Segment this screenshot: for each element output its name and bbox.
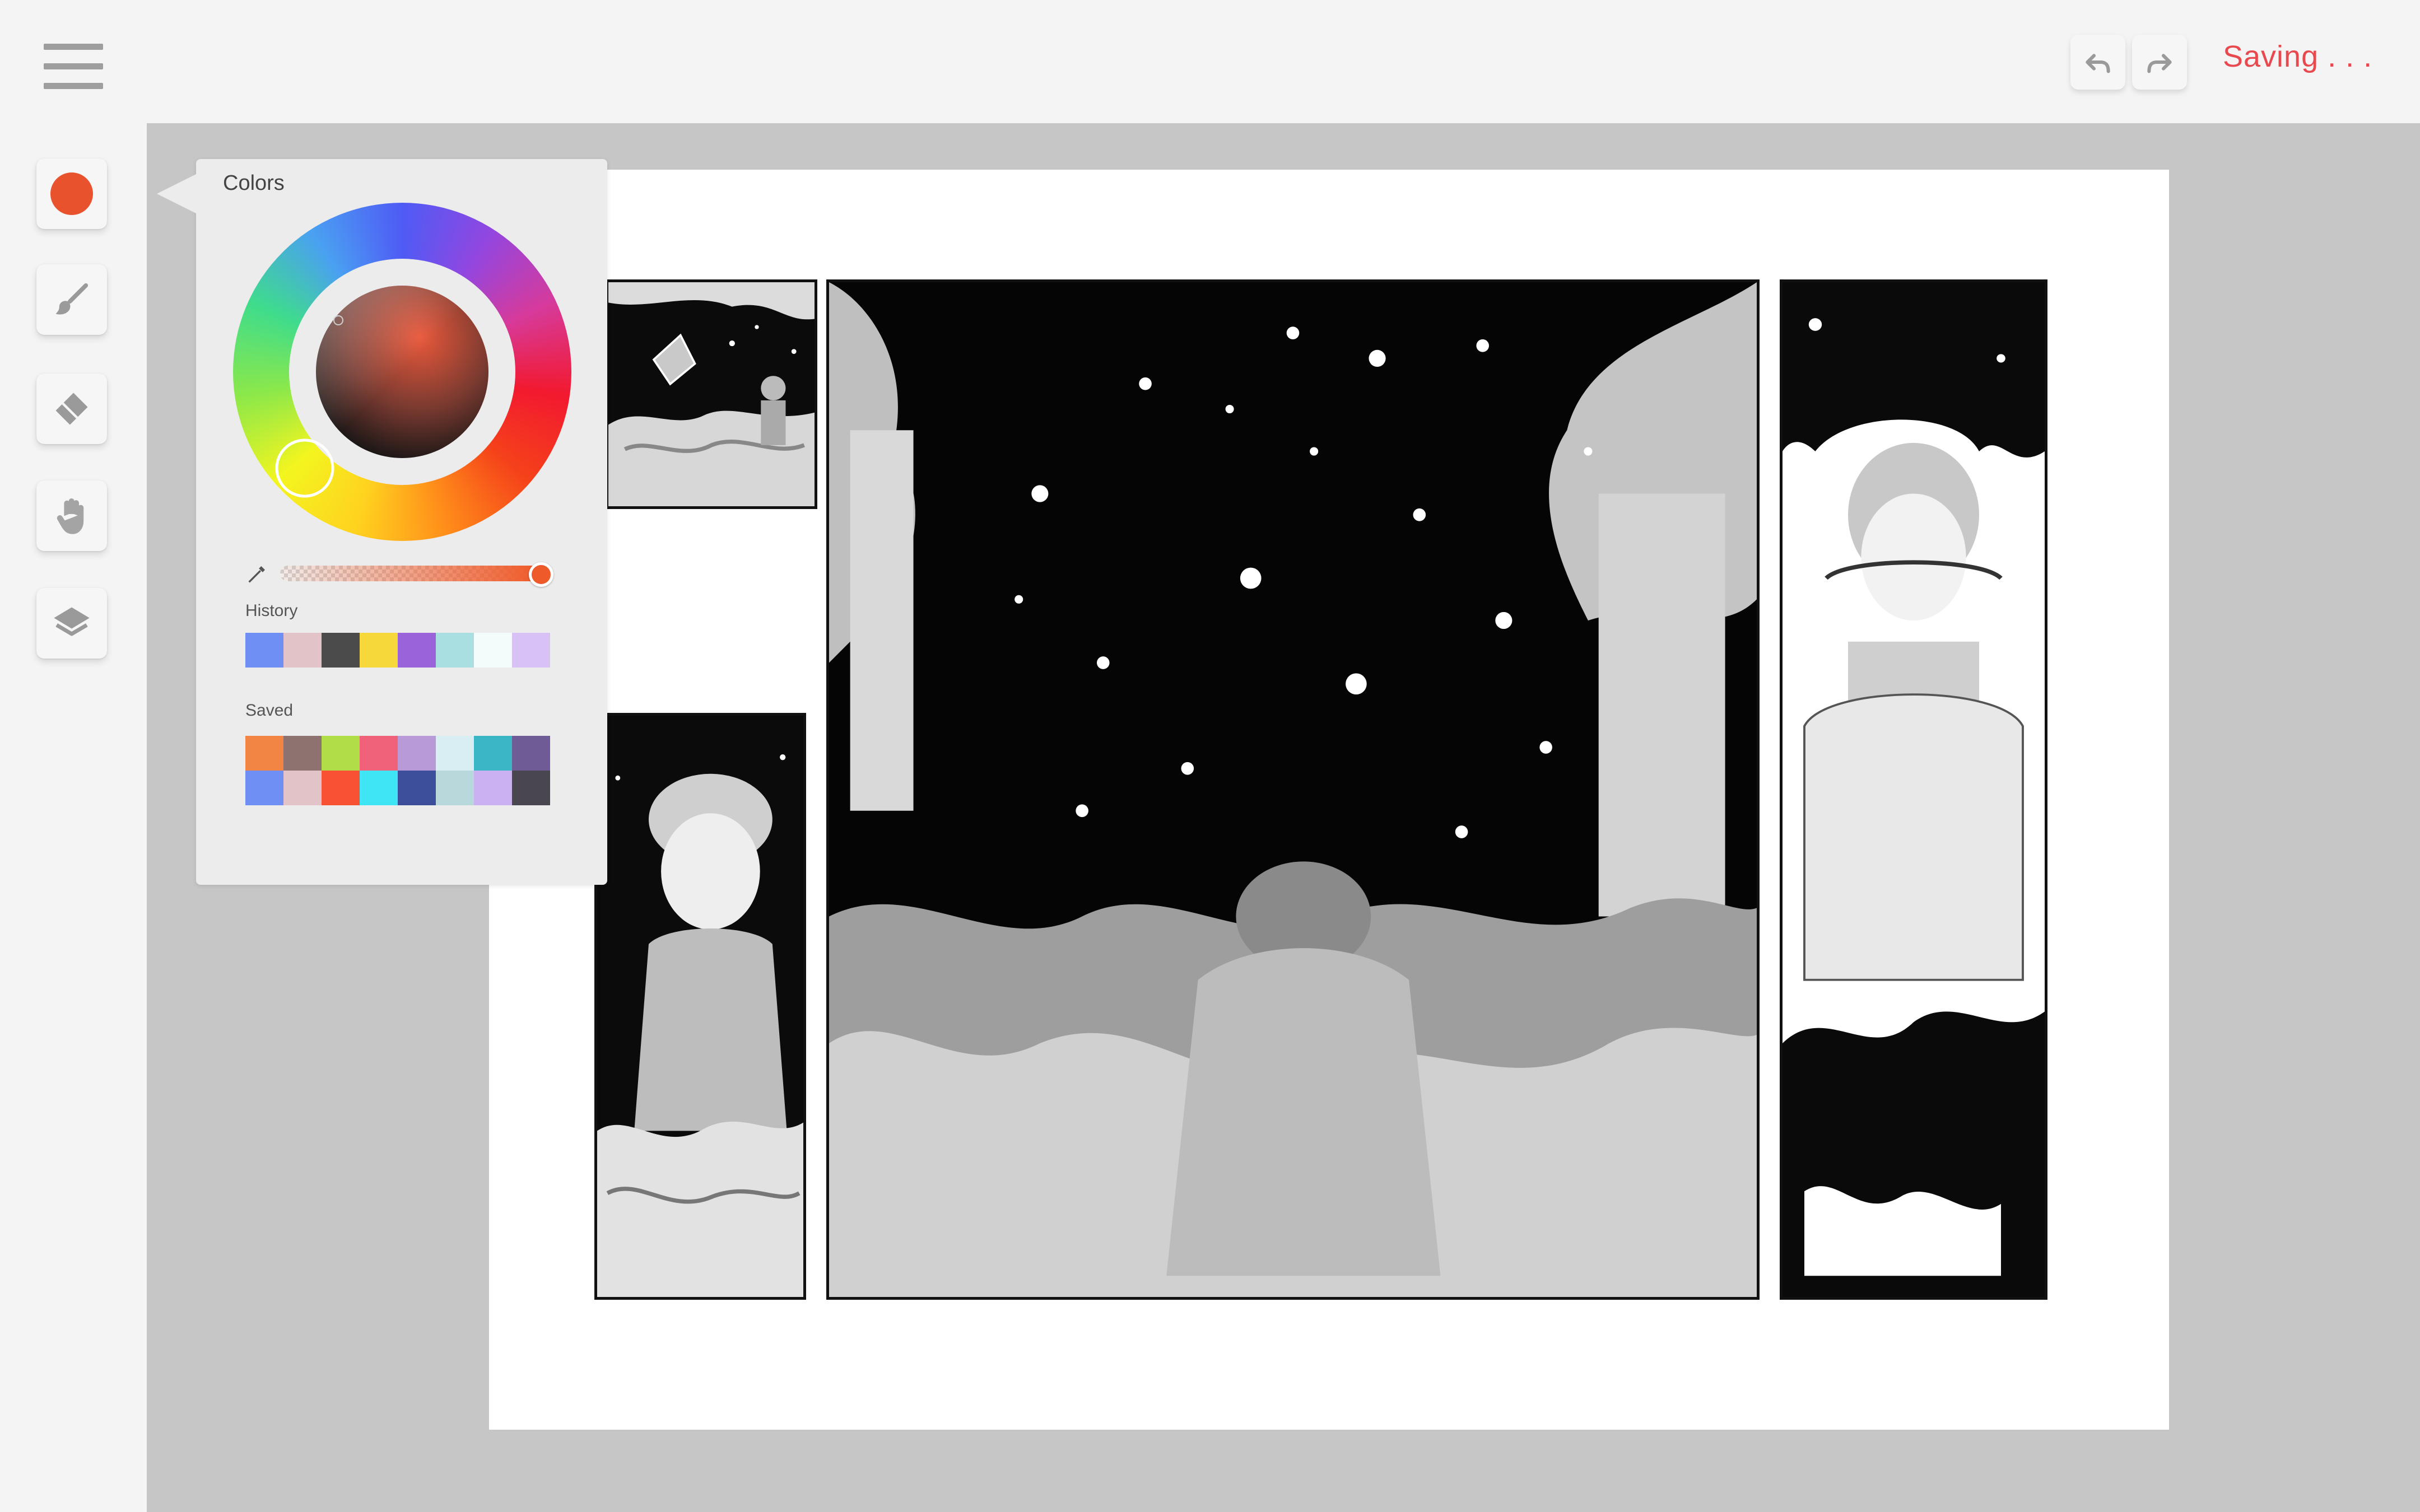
comic-panel-right (1780, 279, 2047, 1300)
color-wheel[interactable] (233, 203, 571, 541)
current-color-swatch (50, 172, 93, 215)
saved-swatches-row-2 (245, 771, 550, 805)
paintbrush-icon (55, 283, 89, 315)
comic-panel-center (826, 279, 1760, 1300)
brush-tool-button[interactable] (36, 264, 107, 335)
opacity-slider-handle[interactable] (529, 562, 553, 587)
history-color-swatch[interactable] (474, 633, 512, 668)
history-label: History (245, 601, 298, 620)
hand-tool-button[interactable] (36, 480, 107, 551)
eraser-tool-button[interactable] (36, 374, 107, 444)
comic-artwork (608, 282, 815, 506)
layers-icon (54, 607, 90, 636)
saved-color-swatch[interactable] (474, 771, 512, 805)
saved-color-swatch[interactable] (398, 771, 436, 805)
eyedropper-icon[interactable] (245, 563, 268, 586)
top-bar: Saving . . . (0, 0, 2420, 123)
opacity-slider-row (245, 560, 559, 587)
comic-panel-bottom-left (594, 713, 806, 1300)
redo-button[interactable] (2132, 35, 2187, 90)
history-swatches (245, 633, 550, 668)
saved-color-swatch[interactable] (436, 736, 474, 771)
history-color-swatch[interactable] (398, 633, 436, 668)
hamburger-menu-icon[interactable] (44, 44, 103, 91)
comic-artwork (829, 282, 1757, 1297)
saved-color-swatch[interactable] (283, 736, 322, 771)
saved-color-swatch[interactable] (360, 736, 398, 771)
history-color-swatch[interactable] (283, 633, 322, 668)
comic-artwork (597, 716, 803, 1297)
history-color-swatch[interactable] (360, 633, 398, 668)
saved-color-swatch[interactable] (512, 771, 550, 805)
undo-arrow-icon (2086, 54, 2110, 73)
colors-popover: Colors History Saved (157, 159, 607, 885)
comic-artwork (1783, 282, 2045, 1297)
saved-color-swatch[interactable] (322, 736, 360, 771)
saved-color-swatch[interactable] (245, 736, 283, 771)
saved-color-swatch[interactable] (322, 771, 360, 805)
saved-color-swatch[interactable] (436, 771, 474, 805)
colors-popover-title: Colors (223, 171, 285, 195)
comic-panel-top-left (606, 279, 817, 509)
eraser-icon (55, 393, 88, 425)
hand-pan-icon (57, 498, 84, 534)
history-color-swatch[interactable] (512, 633, 550, 668)
tool-sidebar (0, 0, 147, 1512)
saved-color-swatch[interactable] (360, 771, 398, 805)
history-color-swatch[interactable] (436, 633, 474, 668)
saved-color-swatch[interactable] (245, 771, 283, 805)
saved-swatches-row-1 (245, 736, 550, 771)
history-color-swatch[interactable] (322, 633, 360, 668)
saved-color-swatch[interactable] (512, 736, 550, 771)
layers-tool-button[interactable] (36, 588, 107, 659)
color-tool-button[interactable] (36, 158, 107, 229)
undo-button[interactable] (2070, 35, 2125, 90)
saved-color-swatch[interactable] (283, 771, 322, 805)
redo-arrow-icon (2147, 54, 2172, 73)
canvas-sheet[interactable] (489, 170, 2169, 1430)
history-color-swatch[interactable] (245, 633, 283, 668)
opacity-slider-track[interactable] (280, 566, 539, 581)
saved-color-swatch[interactable] (474, 736, 512, 771)
saved-label: Saved (245, 701, 294, 720)
saved-color-swatch[interactable] (398, 736, 436, 771)
popover-arrow (157, 174, 197, 214)
save-status: Saving . . . (2223, 40, 2373, 73)
